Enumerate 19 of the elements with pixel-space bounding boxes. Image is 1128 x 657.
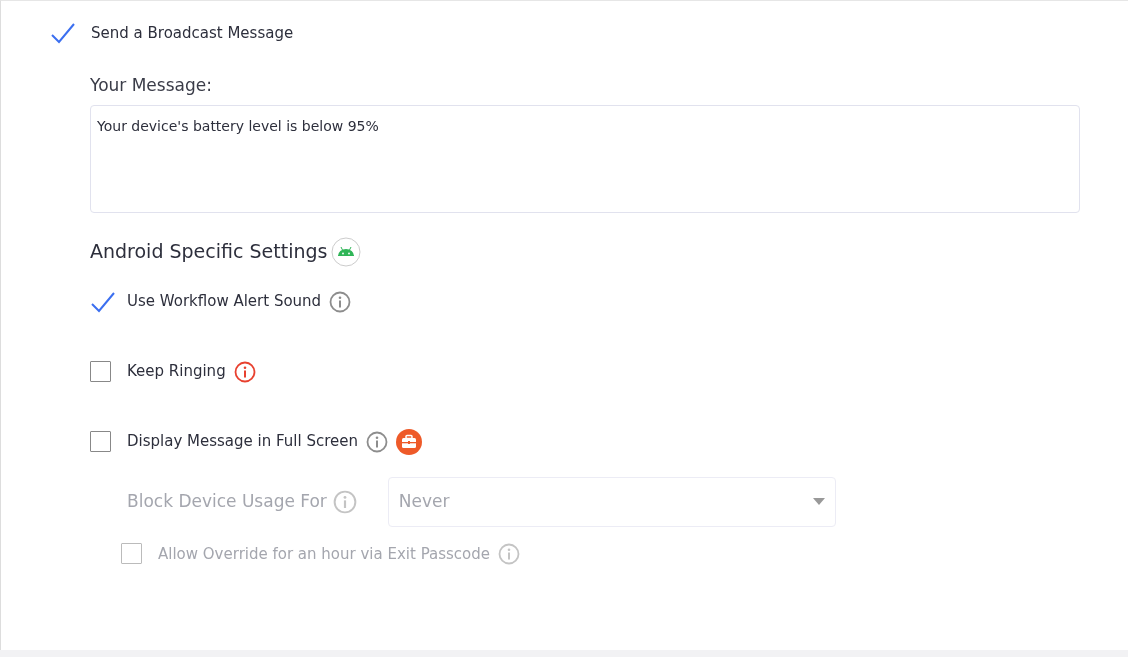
warning-info-icon[interactable] [233,360,256,383]
field-label: Your Message: [90,74,213,97]
info-icon[interactable] [366,430,388,453]
checkbox-label: Allow Override for an hour via Exit Passcode [158,543,490,565]
info-icon[interactable] [329,290,352,313]
checkbox-label: Send a Broadcast Message [91,22,294,44]
checkbox[interactable] [90,361,111,382]
checkbox[interactable] [90,431,111,452]
dropdown-value: Never [398,489,450,513]
android-icon [331,236,362,267]
checkmark-icon[interactable] [90,290,116,313]
field-label: Block Device Usage For [127,489,327,513]
checkmark-icon[interactable] [50,22,76,44]
caret-icon [812,498,825,505]
message-field[interactable]: Your device's battery level is below 95% [90,104,1080,213]
section-heading: Android Specific Settings [90,239,328,265]
checkbox-label: Display Message in Full Screen [127,431,358,453]
checkbox-label: Keep Ringing [127,361,226,383]
checkbox-label: Use Workflow Alert Sound [127,291,322,313]
